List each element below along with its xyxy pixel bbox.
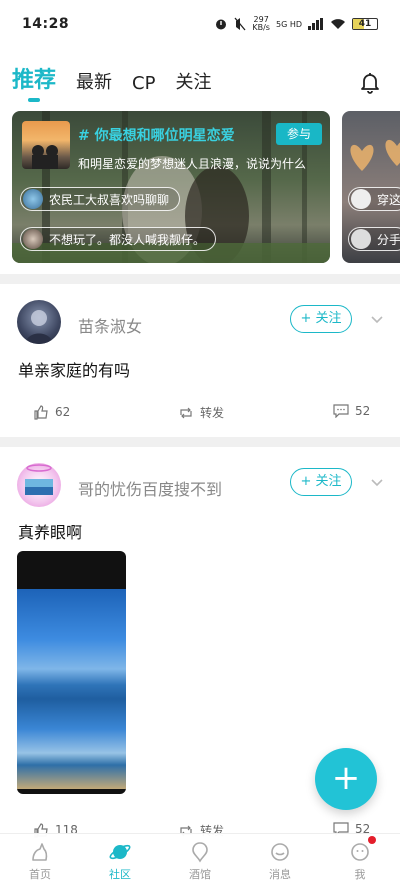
avatar: [351, 189, 371, 209]
tavern-icon: [192, 842, 208, 863]
topic-banners: # 你最想和哪位明星恋爱 参与 和明星恋爱的梦想迷人且浪漫，说说为什么 农民工大…: [12, 111, 400, 263]
bell-icon[interactable]: [358, 70, 382, 94]
status-bar: 14:28 297 KB/s 5G HD 41: [0, 0, 400, 48]
image-content: [17, 589, 126, 789]
top-tabs: 推荐 最新 CP 关注: [0, 58, 400, 104]
avatar[interactable]: [17, 463, 61, 507]
net-speed: 297 KB/s: [252, 15, 270, 32]
mute-icon: [234, 17, 246, 31]
profile-icon: [351, 843, 369, 861]
nav-home[interactable]: 首页: [0, 834, 80, 889]
like-count: 62: [55, 405, 71, 419]
post-image[interactable]: [17, 551, 126, 794]
topic-description: 和明星恋爱的梦想迷人且浪漫，说说为什么: [78, 157, 307, 171]
like-button[interactable]: 62: [33, 404, 70, 420]
planet-icon: [109, 844, 131, 860]
follow-button[interactable]: + 关注: [290, 305, 352, 333]
network-type: 5G HD: [275, 19, 302, 29]
section-divider: [0, 274, 400, 284]
nav-label: 首页: [29, 868, 51, 881]
repost-icon: [180, 407, 192, 418]
username[interactable]: 哥的忧伤百度搜不到: [78, 476, 222, 500]
avatar: [23, 189, 43, 209]
nav-tavern[interactable]: 酒馆: [160, 834, 240, 889]
chip-label: 农民工大叔喜欢吗聊聊: [49, 192, 170, 207]
chip-label: 不想玩了。都没人喊我靓仔。: [49, 232, 206, 247]
repost-label: 转发: [200, 406, 225, 420]
username[interactable]: 苗条淑女: [78, 313, 142, 337]
nav-label: 酒馆: [189, 868, 211, 881]
post-actions: 62 转发 52: [0, 404, 400, 424]
topic-banner[interactable]: # 你最想和哪位明星恋爱 参与 和明星恋爱的梦想迷人且浪漫，说说为什么 农民工大…: [12, 111, 330, 263]
chevron-down-icon[interactable]: [370, 312, 384, 326]
status-icons: 297 KB/s 5G HD 41: [214, 16, 378, 32]
screen: 14:28 297 KB/s 5G HD 41 推荐 最新 CP 关注 # 你最…: [0, 0, 400, 889]
tab-cp[interactable]: CP: [132, 73, 155, 104]
comment-icon: [333, 404, 349, 418]
tab-recommend[interactable]: 推荐: [12, 62, 56, 104]
nav-label: 消息: [269, 868, 291, 881]
follow-button[interactable]: + 关注: [290, 468, 352, 496]
nav-community[interactable]: 社区: [80, 834, 160, 889]
topic-chip[interactable]: 不想玩了。都没人喊我靓仔。: [20, 227, 217, 251]
alarm-icon: [216, 19, 227, 30]
banner-thumbnail: [22, 121, 70, 169]
nav-me[interactable]: 我: [320, 834, 400, 889]
topic-banner[interactable]: 穿这 分手: [342, 111, 400, 263]
status-time: 14:28: [22, 16, 70, 32]
chip-label: 分手: [377, 232, 400, 247]
wifi-icon: [331, 19, 345, 29]
create-post-button[interactable]: +: [315, 748, 377, 810]
repost-button[interactable]: 转发: [178, 404, 224, 421]
post-text: 单亲家庭的有吗: [18, 361, 131, 380]
message-icon: [271, 843, 289, 861]
join-button[interactable]: 参与: [276, 123, 322, 145]
thumbs-up-icon: [34, 405, 48, 420]
chevron-down-icon[interactable]: [370, 475, 384, 489]
nav-messages[interactable]: 消息: [240, 834, 320, 889]
post-text: 真养眼啊: [18, 523, 83, 542]
tab-following[interactable]: 关注: [175, 68, 211, 104]
comment-button[interactable]: 52: [333, 404, 370, 418]
topic-chip[interactable]: 分手: [348, 227, 400, 251]
battery-icon: 41: [352, 18, 378, 30]
section-divider: [0, 437, 400, 447]
topic-chip[interactable]: 穿这: [348, 187, 400, 211]
tab-latest[interactable]: 最新: [76, 68, 112, 104]
avatar: [23, 229, 43, 249]
signal-icon: [308, 18, 323, 30]
home-icon: [32, 843, 48, 861]
nav-label: 社区: [109, 868, 131, 881]
notification-badge: [368, 836, 376, 844]
chip-label: 穿这: [377, 192, 400, 207]
avatar[interactable]: [17, 300, 61, 344]
nav-label: 我: [354, 868, 366, 881]
comment-count: 52: [355, 404, 371, 418]
topic-title: # 你最想和哪位明星恋爱: [78, 128, 235, 144]
avatar: [351, 229, 371, 249]
bottom-nav: 首页 社区 酒馆 消息 我: [0, 833, 400, 889]
topic-chip[interactable]: 农民工大叔喜欢吗聊聊: [20, 187, 181, 211]
